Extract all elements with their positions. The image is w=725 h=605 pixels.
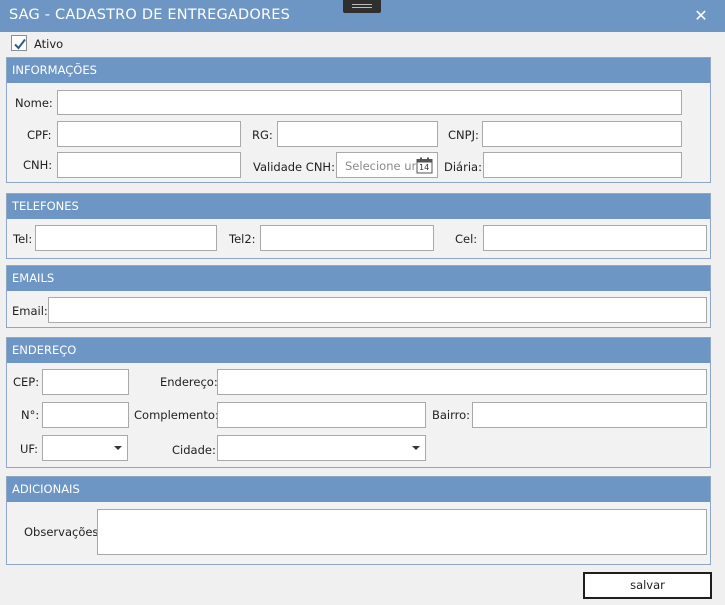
informacoes-header: INFORMAÇÕES	[7, 58, 710, 83]
rg-input[interactable]	[277, 121, 438, 147]
rg-label: RG:	[252, 128, 273, 142]
uf-label: UF:	[20, 442, 39, 456]
save-button[interactable]: salvar	[583, 572, 712, 599]
cep-input[interactable]	[42, 369, 129, 395]
email-input[interactable]	[48, 297, 707, 323]
nome-label: Nome:	[15, 96, 53, 110]
uf-select[interactable]	[42, 435, 128, 461]
tel-input[interactable]	[35, 225, 217, 251]
cnpj-label: CNPJ:	[448, 128, 479, 142]
cnpj-input[interactable]	[482, 121, 682, 147]
ativo-label: Ativo	[34, 37, 64, 51]
drag-handle[interactable]	[343, 0, 381, 13]
cidade-label: Cidade:	[172, 443, 216, 457]
cel-label: Cel:	[455, 232, 478, 246]
email-label: Email:	[12, 304, 48, 318]
complemento-label: Complemento:	[134, 408, 219, 422]
numero-input[interactable]	[42, 402, 129, 428]
cnh-input[interactable]	[57, 152, 241, 178]
diaria-label: Diária:	[444, 160, 482, 174]
cpf-input[interactable]	[57, 121, 241, 147]
ativo-checkbox[interactable]	[11, 35, 27, 51]
telefones-header: TELEFONES	[7, 194, 710, 219]
complemento-input[interactable]	[217, 402, 426, 428]
numero-label: N°:	[21, 408, 40, 422]
window-title: SAG - CADASTRO DE ENTREGADORES	[9, 7, 291, 23]
observacoes-label: Observações	[24, 525, 99, 539]
check-icon	[14, 38, 26, 50]
cep-label: CEP:	[13, 375, 40, 389]
close-button[interactable]: ✕	[690, 5, 712, 27]
endereco-header: ENDEREÇO	[7, 338, 710, 363]
endereco-input[interactable]	[217, 369, 707, 395]
adicionais-header: ADICIONAIS	[7, 477, 710, 502]
validade-cnh-placeholder: Selecione ur	[345, 159, 417, 173]
tel2-label: Tel2:	[229, 232, 256, 246]
nome-input[interactable]	[57, 90, 682, 115]
validade-cnh-label: Validade CNH:	[253, 160, 335, 174]
cel-input[interactable]	[483, 225, 707, 251]
cidade-select[interactable]	[217, 435, 426, 461]
emails-header: EMAILS	[7, 266, 710, 291]
diaria-input[interactable]	[483, 152, 682, 178]
bairro-label: Bairro:	[432, 408, 471, 422]
cnh-label: CNH:	[23, 158, 53, 172]
validade-cnh-datepicker[interactable]: Selecione ur 14	[336, 152, 438, 178]
observacoes-textarea[interactable]	[97, 509, 707, 555]
bairro-input[interactable]	[472, 402, 707, 428]
calendar-icon[interactable]: 14	[416, 157, 433, 174]
tel-label: Tel:	[13, 232, 33, 246]
endereco-label: Endereço:	[160, 375, 218, 389]
tel2-input[interactable]	[260, 225, 434, 251]
cpf-label: CPF:	[27, 128, 52, 142]
chevron-down-icon	[114, 446, 122, 450]
chevron-down-icon	[412, 446, 420, 450]
calendar-day: 14	[419, 163, 430, 172]
